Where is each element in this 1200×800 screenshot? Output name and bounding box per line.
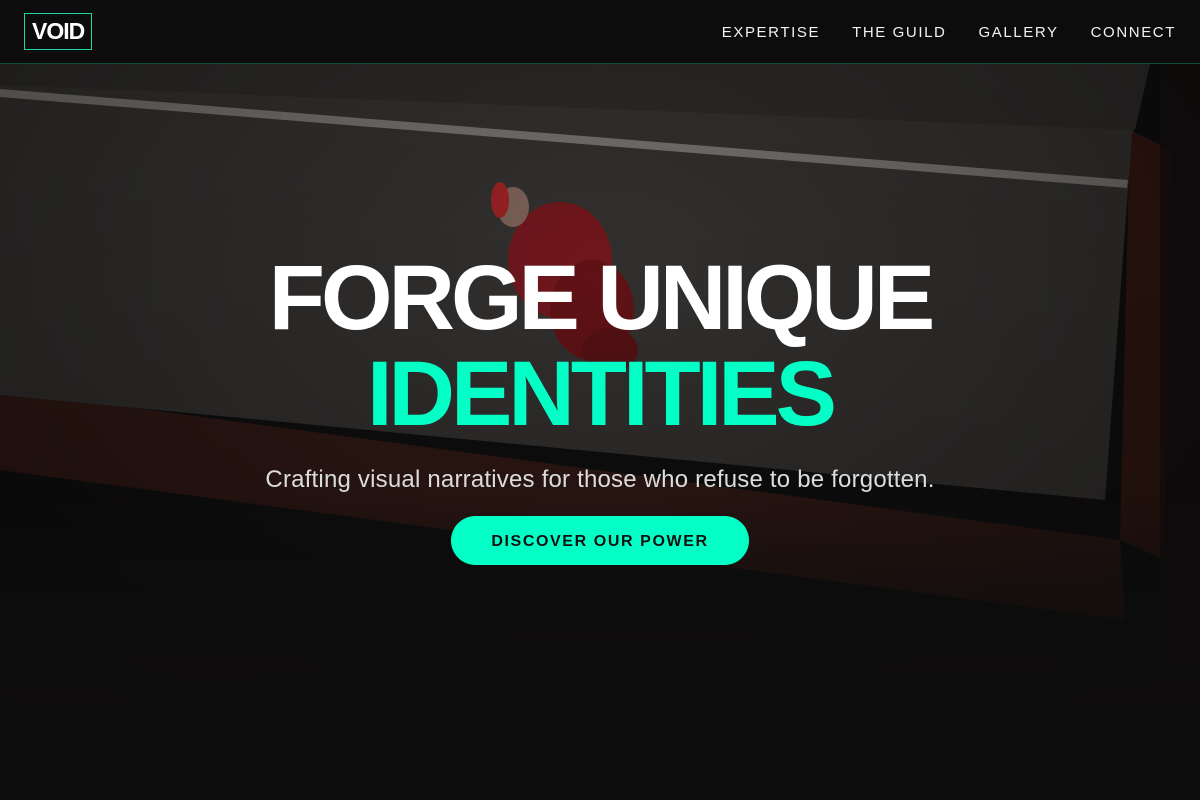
nav-link-connect[interactable]: CONNECT — [1091, 24, 1176, 41]
hero-subtitle: Crafting visual narratives for those who… — [265, 466, 935, 493]
hero-headline-line2: IDENTITIES — [366, 343, 837, 445]
hero-section: FORGE UNIQUE IDENTITIES Crafting visual … — [0, 250, 1200, 565]
landing-page: VOID EXPERTISE THE GUILD GALLERY CONNECT… — [0, 0, 1200, 800]
nav-link-the-guild[interactable]: THE GUILD — [852, 24, 946, 41]
hero-headline-line1: FORGE UNIQUE — [268, 247, 935, 349]
nav-link-gallery[interactable]: GALLERY — [978, 24, 1058, 41]
discover-our-power-button[interactable]: DISCOVER OUR POWER — [451, 516, 749, 565]
main-nav: EXPERTISE THE GUILD GALLERY CONNECT — [722, 0, 1176, 64]
logo[interactable]: VOID — [24, 13, 93, 50]
site-header: VOID EXPERTISE THE GUILD GALLERY CONNECT — [0, 0, 1200, 64]
hero-headline: FORGE UNIQUE IDENTITIES — [0, 250, 1200, 442]
nav-link-expertise[interactable]: EXPERTISE — [722, 24, 820, 41]
